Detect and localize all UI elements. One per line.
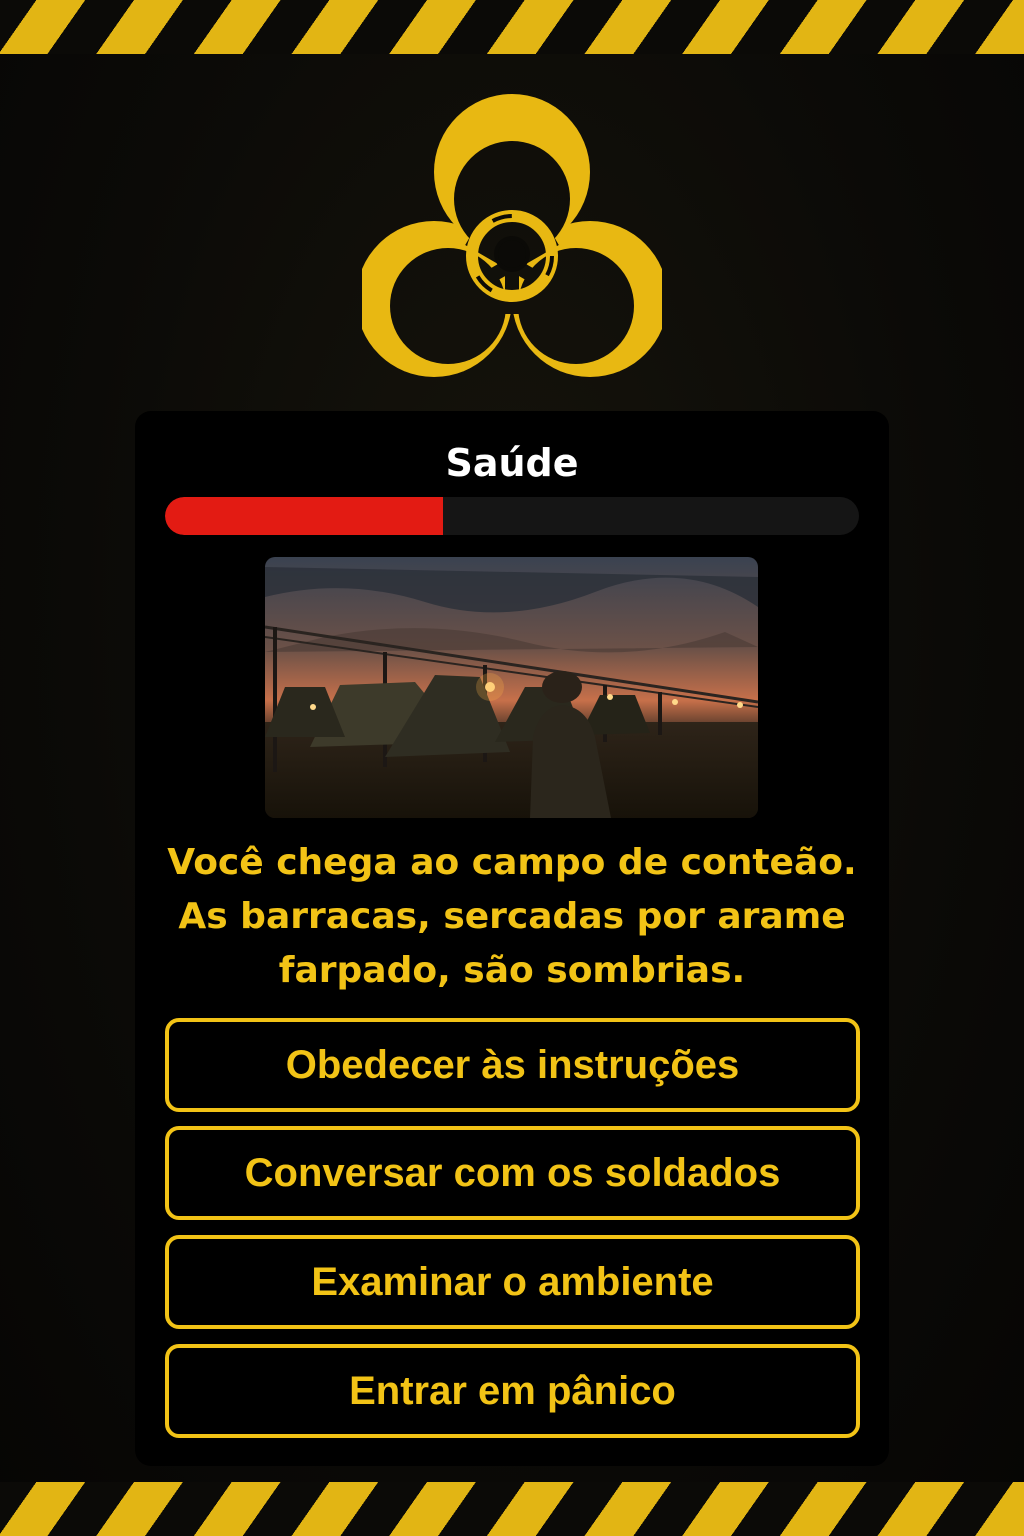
choice-obey-button[interactable]: Obedecer às instruções bbox=[165, 1018, 860, 1112]
biohazard-icon bbox=[362, 94, 662, 377]
choice-talk-soldiers-button[interactable]: Conversar com os soldados bbox=[165, 1126, 860, 1220]
hazard-stripe-bottom bbox=[0, 1482, 1024, 1536]
story-text: Você chega ao campo de conteão. As barra… bbox=[167, 842, 857, 991]
choice-panic-button[interactable]: Entrar em pânico bbox=[165, 1344, 860, 1438]
health-bar-fill bbox=[165, 497, 443, 535]
health-bar bbox=[165, 497, 859, 535]
hazard-stripe-top bbox=[0, 0, 1024, 54]
military-camp-scene bbox=[265, 557, 758, 818]
choice-examine-button[interactable]: Examinar o ambiente bbox=[165, 1235, 860, 1329]
health-label: Saúde bbox=[445, 441, 579, 485]
